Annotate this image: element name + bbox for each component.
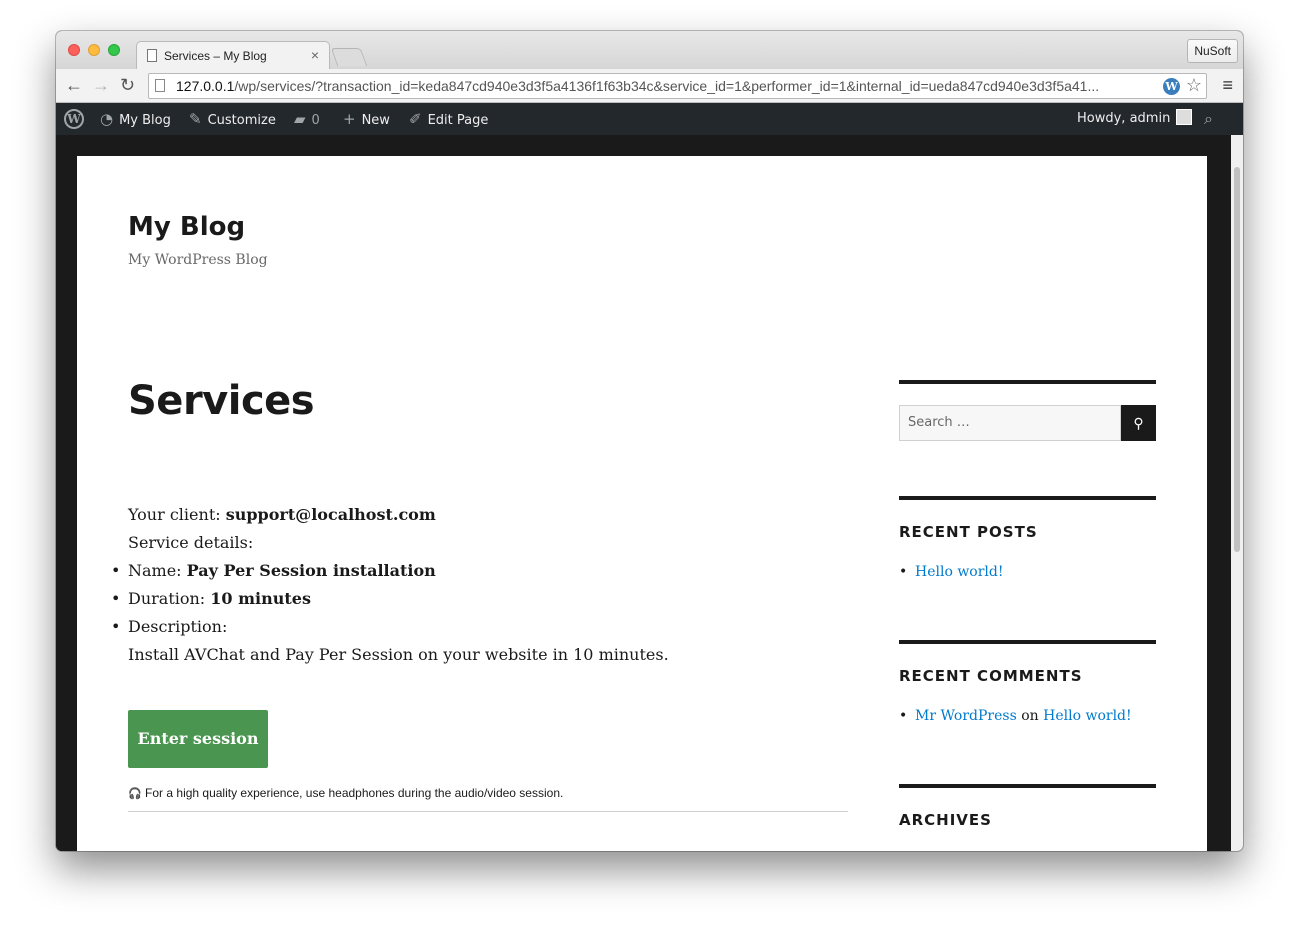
admin-bar-new[interactable]: + New [343,103,390,135]
reload-icon[interactable]: ↻ [120,75,135,95]
details-label: Service details: [128,533,254,552]
client-line: Your client: support@localhost.com [128,501,848,529]
recent-posts-title: RECENT POSTS [899,523,1038,541]
client-value: support@localhost.com [225,505,436,524]
bullet: • [899,708,908,724]
browser-window: Services – My Blog × NuSoft ← → ↻ 127.0.… [56,31,1243,851]
page-scrollbar[interactable] [1231,135,1243,851]
recent-post-link[interactable]: Hello world! [915,564,1004,580]
description-label: Description: [128,617,228,636]
avatar [1176,109,1193,125]
maximize-window-button[interactable] [108,44,120,56]
duration-value: 10 minutes [210,589,311,608]
comment-bubble-icon: ▰ [294,110,306,128]
admin-bar-account[interactable]: Howdy, admin [1077,103,1193,135]
comment-on-text: on [1016,708,1044,724]
headphones-icon: 🎧 [128,788,142,800]
admin-bar-new-label: New [361,113,390,128]
admin-bar-customize-label: Customize [207,113,276,128]
url-host: 127.0.0.1 [176,78,235,94]
bookmark-star-icon[interactable]: ☆ [1186,75,1202,96]
search-icon[interactable]: ⚲ [1121,405,1156,441]
new-tab-button[interactable] [330,48,368,66]
name-value: Pay Per Session installation [186,561,436,580]
bullet: • [111,589,121,608]
admin-bar-search-icon[interactable]: ⌕ [1204,103,1213,135]
service-details: Your client: support@localhost.com Servi… [111,501,848,669]
bullet: • [111,617,121,636]
comments-count: 0 [311,113,320,128]
comment-author-link[interactable]: Mr WordPress [915,708,1017,724]
admin-bar-comments[interactable]: ▰ 0 [294,103,320,135]
tab-close-icon[interactable]: × [311,47,319,63]
browser-menu-icon[interactable]: ≡ [1222,75,1233,95]
site-title[interactable]: My Blog [128,212,245,242]
description-value: Install AVChat and Pay Per Session on yo… [128,645,669,664]
title-bar: Services – My Blog × NuSoft [56,31,1243,70]
admin-bar-site[interactable]: ◔ My Blog [100,103,171,135]
back-arrow-icon[interactable]: ← [65,75,83,95]
page-icon [147,49,157,62]
widget-divider [899,784,1156,788]
search-input[interactable]: Search … [899,405,1121,441]
page-icon [155,79,165,92]
forward-arrow-icon[interactable]: → [92,75,110,95]
bullet: • [111,561,121,580]
name-label: Name: [128,561,187,580]
detail-item-description: • Description: [111,613,848,641]
page-title: Services [128,378,315,424]
browser-toolbar: ← → ↻ 127.0.0.1/wp/services/?transaction… [56,69,1243,103]
recent-comment-item: • Mr WordPress on Hello world! [899,708,1132,724]
scroll-thumb[interactable] [1234,167,1240,552]
admin-bar-edit-label: Edit Page [427,113,489,128]
plus-icon: + [343,110,356,128]
pencil-icon: ✐ [409,110,422,128]
divider [128,811,848,812]
profile-button[interactable]: NuSoft [1187,39,1238,63]
page-viewport: My Blog My WordPress Blog Services Your … [56,135,1231,851]
close-window-button[interactable] [68,44,80,56]
detail-item-duration: • Duration: 10 minutes [111,585,848,613]
url-path: /wp/services/?transaction_id=keda847cd94… [234,78,1100,94]
wordpress-logo-icon[interactable]: W [64,109,84,129]
widget-divider [899,380,1156,384]
browser-tab[interactable]: Services – My Blog × [136,41,330,70]
page-sheet: My Blog My WordPress Blog Services Your … [77,156,1207,851]
archives-title: ARCHIVES [899,811,992,829]
site-description: My WordPress Blog [128,252,268,268]
bullet: • [899,564,908,580]
wp-admin-bar: W ◔ My Blog ✎ Customize ▰ 0 + New ✐ Edit Page… [56,103,1243,135]
hint-text: For a high quality experience, use headp… [145,786,564,800]
duration-label: Duration: [128,589,211,608]
tab-title: Services – My Blog [164,49,267,63]
url-text[interactable]: 127.0.0.1/wp/services/?transaction_id=ke… [176,78,1161,94]
dashboard-icon: ◔ [100,110,114,128]
address-bar[interactable]: 127.0.0.1/wp/services/?transaction_id=ke… [148,73,1207,99]
howdy-text: Howdy, admin [1077,111,1171,126]
recent-comments-title: RECENT COMMENTS [899,667,1083,685]
paintbrush-icon: ✎ [189,110,202,128]
headphones-hint: 🎧 For a high quality experience, use hea… [128,786,563,800]
admin-bar-edit-page[interactable]: ✐ Edit Page [409,103,488,135]
client-label: Your client: [128,505,226,524]
minimize-window-button[interactable] [88,44,100,56]
widget-divider [899,496,1156,500]
comment-post-link[interactable]: Hello world! [1043,708,1132,724]
recent-post-item: • Hello world! [899,564,1004,580]
widget-divider [899,640,1156,644]
wordpress-extension-icon[interactable]: W [1163,78,1180,95]
admin-bar-site-name: My Blog [119,113,171,128]
admin-bar-customize[interactable]: ✎ Customize [189,103,276,135]
detail-item-name: • Name: Pay Per Session installation [111,557,848,585]
enter-session-button[interactable]: Enter session [128,710,268,768]
